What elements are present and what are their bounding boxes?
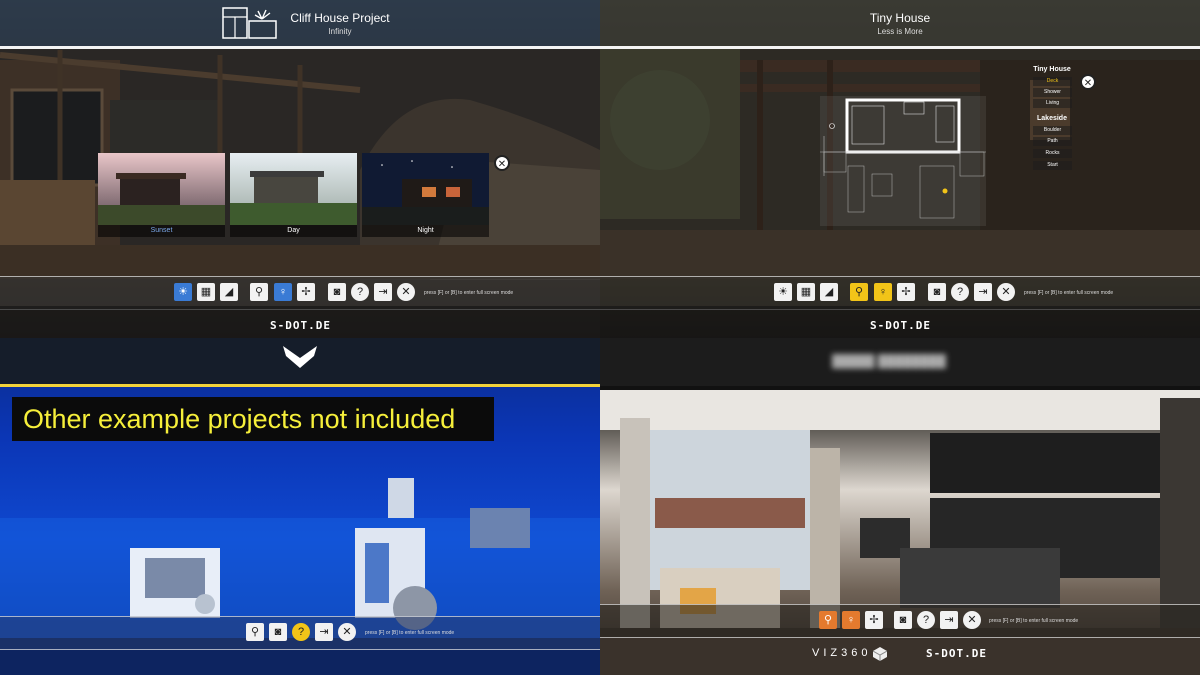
- menu-heading-lakeside: Lakeside: [1037, 115, 1067, 122]
- location-pin-icon[interactable]: ⚲: [850, 283, 868, 301]
- project-title: Cliff House Project: [290, 11, 390, 25]
- day-thumbnail-image: [230, 153, 357, 225]
- cliff-house-toolbar: ☀ ▦ ◢ ⚲ ♀ ✢ ◙ ? ⇥ ✕ press [F] or [B] to …: [0, 276, 600, 310]
- thumbnail-sunset[interactable]: Sunset: [98, 153, 225, 237]
- menu-item-shower[interactable]: Shower: [1033, 88, 1072, 97]
- drone-icon[interactable]: ✢: [297, 283, 315, 301]
- cube-icon: [873, 647, 887, 661]
- help-icon[interactable]: ?: [292, 623, 310, 641]
- thumbnail-label: Night: [362, 225, 489, 237]
- project-title: Tiny House: [869, 11, 931, 25]
- fullscreen-hint: press [F] or [B] to enter full screen mo…: [365, 630, 455, 636]
- camera-icon[interactable]: ◙: [894, 611, 912, 629]
- drone-icon[interactable]: ✢: [865, 611, 883, 629]
- camera-icon[interactable]: ◙: [328, 283, 346, 301]
- location-pin-icon[interactable]: ⚲: [246, 623, 264, 641]
- viz360-brand: VIZ360: [812, 647, 872, 659]
- menu-item-start[interactable]: Start: [1033, 161, 1072, 170]
- thumbnail-night[interactable]: Night: [362, 153, 489, 237]
- notice-banner: Other example projects not included: [12, 397, 494, 441]
- project-subtitle: Less is More: [877, 27, 923, 36]
- menu-item-path[interactable]: Path: [1033, 137, 1072, 146]
- location-pin-icon[interactable]: ⚲: [250, 283, 268, 301]
- menu-item-boulder[interactable]: Boulder: [1033, 126, 1072, 135]
- exit-icon[interactable]: ⇥: [374, 283, 392, 301]
- menu-heading-tiny-house: Tiny House: [1033, 66, 1071, 73]
- menu-item-deck[interactable]: Deck: [1033, 77, 1072, 86]
- drone-icon[interactable]: ✢: [897, 283, 915, 301]
- close-icon[interactable]: ✕: [1080, 74, 1096, 90]
- person-icon[interactable]: ♀: [842, 611, 860, 629]
- yellow-divider: [0, 384, 600, 387]
- header-divider: [600, 46, 1200, 49]
- exit-icon[interactable]: ⇥: [315, 623, 333, 641]
- close-icon[interactable]: ✕: [963, 611, 981, 629]
- fullscreen-hint: press [F] or [B] to enter full screen mo…: [424, 290, 514, 296]
- underwater-toolbar: ⚲ ◙ ? ⇥ ✕ press [F] or [B] to enter full…: [0, 616, 600, 650]
- exit-icon[interactable]: ⇥: [940, 611, 958, 629]
- cliff-house-panel: Cliff House Project Infinity Sunset Day: [0, 0, 600, 338]
- close-icon[interactable]: ✕: [397, 283, 415, 301]
- exit-icon[interactable]: ⇥: [974, 283, 992, 301]
- help-icon[interactable]: ?: [917, 611, 935, 629]
- help-icon[interactable]: ?: [951, 283, 969, 301]
- sun-icon[interactable]: ☀: [174, 283, 192, 301]
- camera-icon[interactable]: ◙: [269, 623, 287, 641]
- tiny-house-panel: Tiny House Less is More Tiny House Deck …: [600, 0, 1200, 338]
- paint-bucket-icon[interactable]: ◢: [820, 283, 838, 301]
- close-icon[interactable]: ✕: [338, 623, 356, 641]
- night-thumbnail-image: [362, 153, 489, 225]
- apartment-toolbar: ⚲ ♀ ✢ ◙ ? ⇥ ✕ press [F] or [B] to enter …: [600, 604, 1200, 638]
- fullscreen-hint: press [F] or [B] to enter full screen mo…: [1024, 290, 1114, 296]
- paint-bucket-icon[interactable]: ◢: [220, 283, 238, 301]
- person-icon[interactable]: ♀: [874, 283, 892, 301]
- location-pin-icon[interactable]: ⚲: [819, 611, 837, 629]
- sdot-logo: S-DOT.DE: [926, 647, 987, 660]
- apartment-panel: █████ ████████ ⚲ ♀ ✢ ◙ ? ⇥ ✕ press [F] o…: [600, 338, 1200, 675]
- close-icon[interactable]: ✕: [997, 283, 1015, 301]
- menu-item-rocks[interactable]: Rocks: [1033, 149, 1072, 158]
- layers-icon[interactable]: ▦: [797, 283, 815, 301]
- project-subtitle: Infinity: [328, 27, 352, 36]
- layers-icon[interactable]: ▦: [197, 283, 215, 301]
- header-divider: [0, 46, 600, 49]
- thumbnail-label: Sunset: [98, 225, 225, 237]
- cliff-house-header: Cliff House Project Infinity: [0, 0, 600, 46]
- underwater-panel: Other example projects not included ⚲ ◙ …: [0, 338, 600, 675]
- tiny-house-header: Tiny House Less is More: [600, 0, 1200, 46]
- camera-icon[interactable]: ◙: [928, 283, 946, 301]
- floor-plan-map: [820, 96, 986, 226]
- location-menu: Tiny House Deck Shower Living Lakeside B…: [1020, 63, 1084, 173]
- blurred-title: █████ ████████: [832, 354, 946, 368]
- thumbnail-day[interactable]: Day: [230, 153, 357, 237]
- sun-icon[interactable]: ☀: [774, 283, 792, 301]
- close-icon[interactable]: ✕: [494, 155, 510, 171]
- menu-item-living[interactable]: Living: [1033, 99, 1072, 108]
- fullscreen-hint: press [F] or [B] to enter full screen mo…: [989, 618, 1079, 624]
- sdot-logo: S-DOT.DE: [870, 319, 931, 332]
- help-icon[interactable]: ?: [351, 283, 369, 301]
- thumbnail-label: Day: [230, 225, 357, 237]
- sdot-logo: S-DOT.DE: [270, 319, 331, 332]
- tiny-house-toolbar: ☀ ▦ ◢ ⚲ ♀ ✢ ◙ ? ⇥ ✕ press [F] or [B] to …: [600, 276, 1200, 310]
- sunset-thumbnail-image: [98, 153, 225, 225]
- person-icon[interactable]: ♀: [274, 283, 292, 301]
